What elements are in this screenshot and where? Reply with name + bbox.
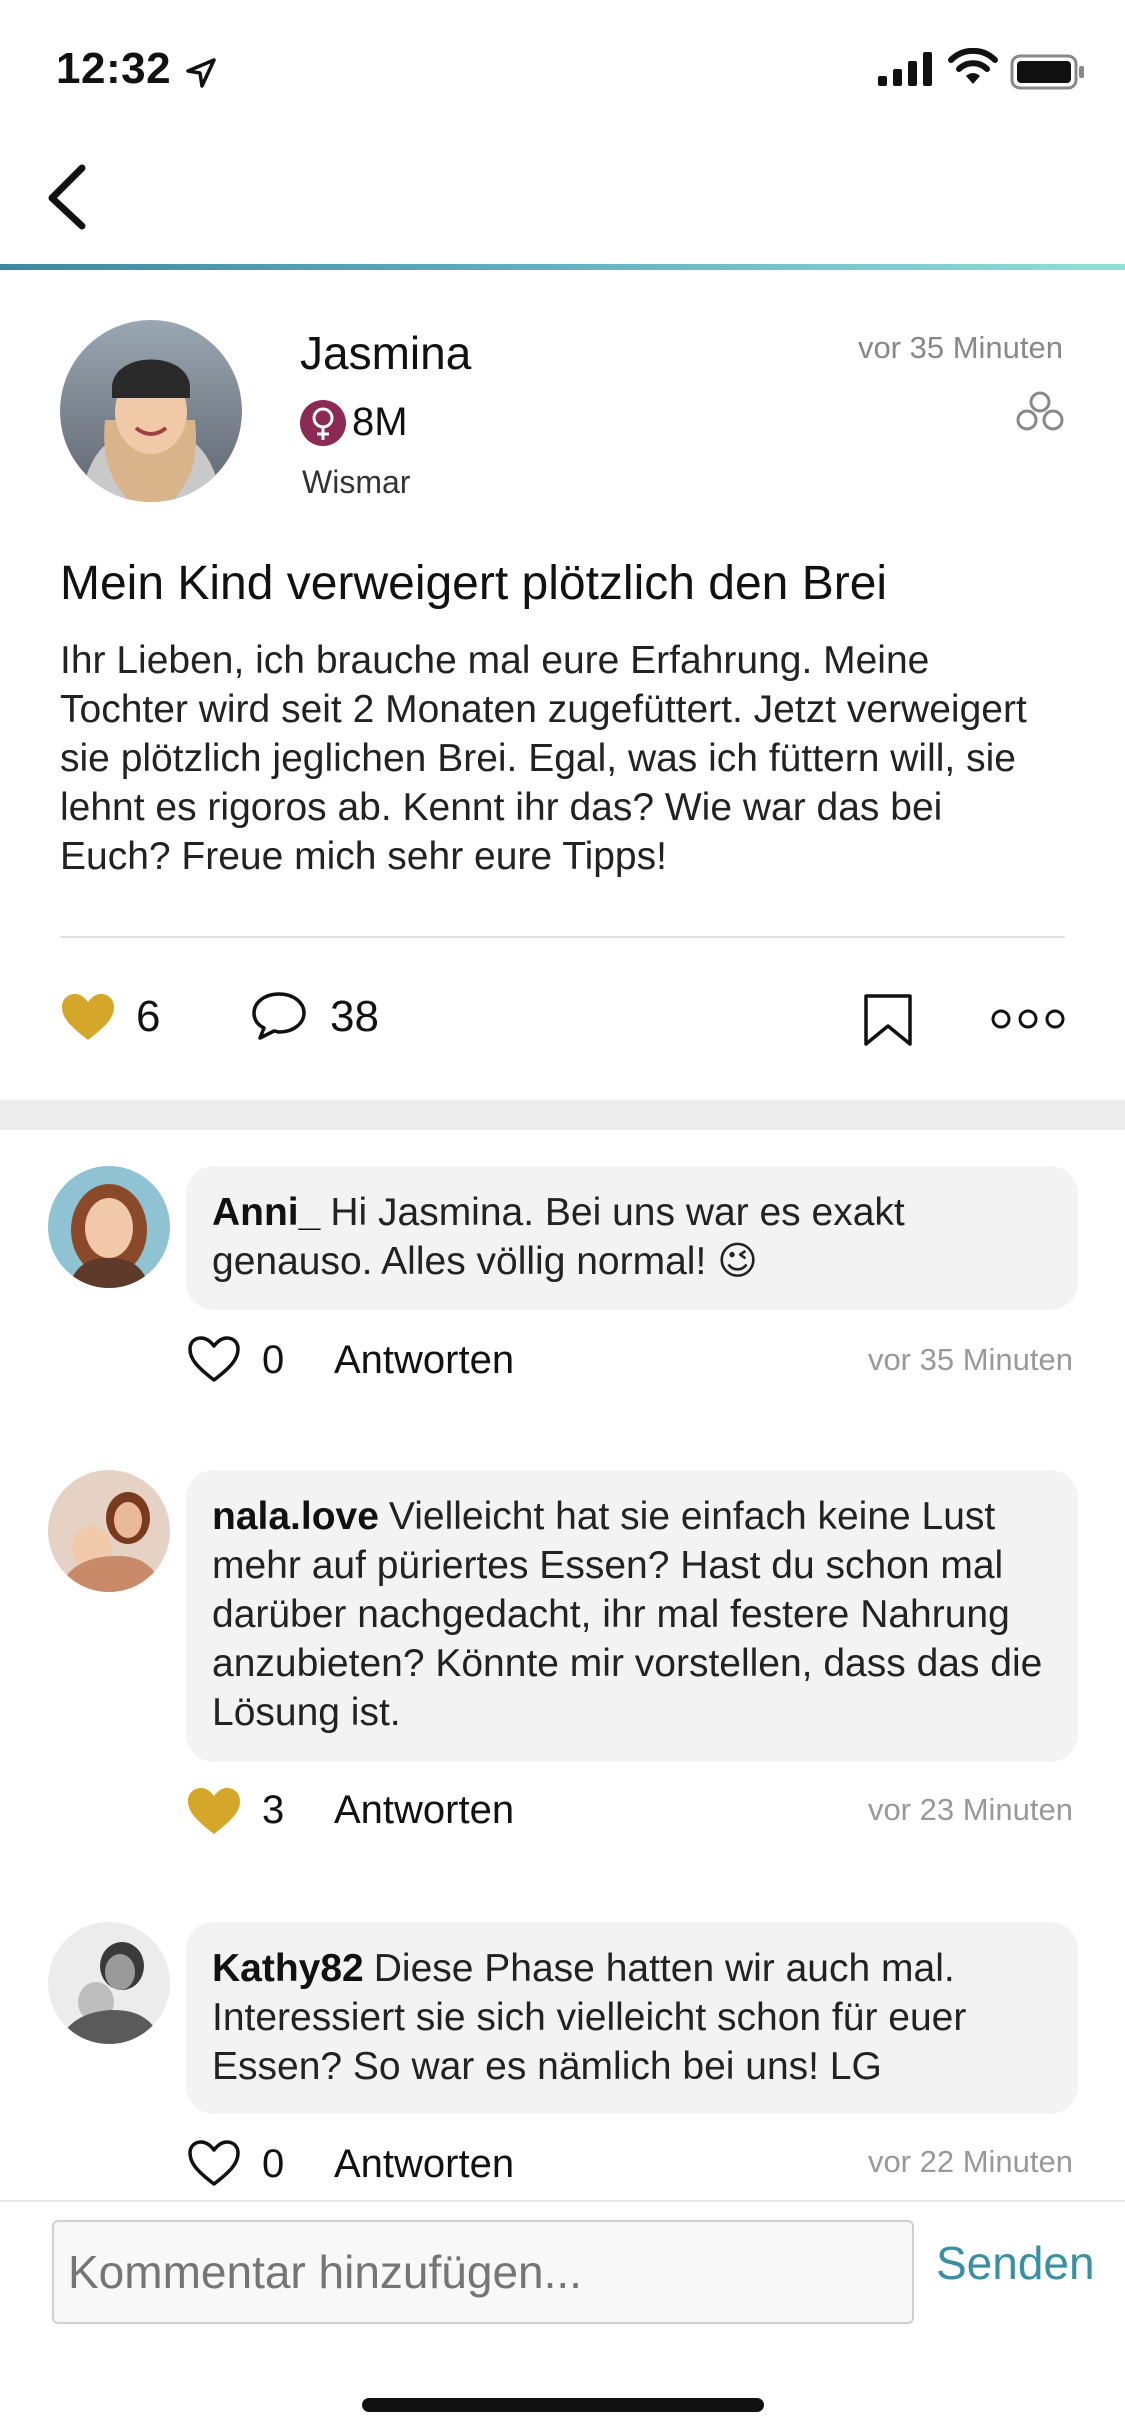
- comment-username[interactable]: Kathy82: [212, 1947, 364, 1990]
- author-name[interactable]: Jasmina: [300, 326, 471, 380]
- comment-bubble: Kathy82 Diese Phase hatten wir auch mal. …: [186, 1922, 1078, 2114]
- comment-like-heart-icon[interactable]: [186, 1334, 242, 1384]
- post-title: Mein Kind verweigert plötzlich den Brei: [60, 557, 888, 610]
- like-count: 6: [136, 992, 161, 1041]
- commenter-avatar[interactable]: [48, 1470, 170, 1592]
- post-body: Ihr Lieben, ich brauche mal eure Erfahru…: [60, 639, 1027, 878]
- comment-like-count: 0: [262, 2142, 285, 2186]
- wifi-icon: [948, 48, 998, 84]
- comment-like-heart-icon[interactable]: [186, 2138, 242, 2188]
- reply-button[interactable]: Antworten: [334, 1788, 514, 1833]
- comment-bubble: nala.love Vielleicht hat sie einfach kein…: [186, 1470, 1078, 1762]
- like-heart-icon[interactable]: [60, 992, 116, 1042]
- group-circles-icon[interactable]: [1014, 388, 1066, 434]
- reply-button[interactable]: Antworten: [334, 1338, 514, 1383]
- comment-bubble: Anni_ Hi Jasmina. Bei uns war es exakt ge…: [186, 1166, 1078, 1310]
- comment-input[interactable]: [52, 2220, 914, 2324]
- location-arrow-icon: [186, 58, 216, 88]
- comment-username[interactable]: nala.love: [212, 1495, 379, 1538]
- section-separator: [0, 1100, 1125, 1130]
- comment-like-heart-icon[interactable]: [186, 1786, 242, 1836]
- comment-like-count: 0: [262, 1338, 285, 1382]
- send-button[interactable]: Senden: [936, 2236, 1095, 2290]
- reply-button[interactable]: Antworten: [334, 2142, 514, 2187]
- comment-like-count: 3: [262, 1788, 285, 1832]
- back-chevron-icon[interactable]: [40, 160, 100, 230]
- female-icon: [300, 400, 346, 446]
- comment-bubble-icon[interactable]: [250, 990, 308, 1042]
- header-divider: [0, 264, 1125, 270]
- battery-icon: [1010, 54, 1084, 90]
- author-location: Wismar: [302, 464, 411, 500]
- comment-count: 38: [330, 992, 379, 1041]
- commenter-avatar[interactable]: [48, 1922, 170, 2044]
- post-timestamp: vor 35 Minuten: [857, 330, 1063, 365]
- comment-timestamp: vor 22 Minuten: [867, 2144, 1073, 2179]
- comment-timestamp: vor 23 Minuten: [867, 1792, 1073, 1827]
- commenter-avatar[interactable]: [48, 1166, 170, 1288]
- bookmark-icon[interactable]: [862, 994, 914, 1046]
- home-indicator[interactable]: [362, 2398, 764, 2412]
- cellular-signal-icon: [878, 52, 932, 86]
- more-options-icon[interactable]: [990, 1006, 1066, 1032]
- composer-divider: [0, 2200, 1125, 2202]
- comment-timestamp: vor 35 Minuten: [867, 1342, 1073, 1377]
- post-divider: [60, 936, 1065, 938]
- status-time: 12:32: [56, 44, 172, 93]
- baby-age: 8M: [352, 400, 408, 444]
- author-avatar[interactable]: [60, 320, 242, 502]
- comment-username[interactable]: Anni_: [212, 1191, 320, 1234]
